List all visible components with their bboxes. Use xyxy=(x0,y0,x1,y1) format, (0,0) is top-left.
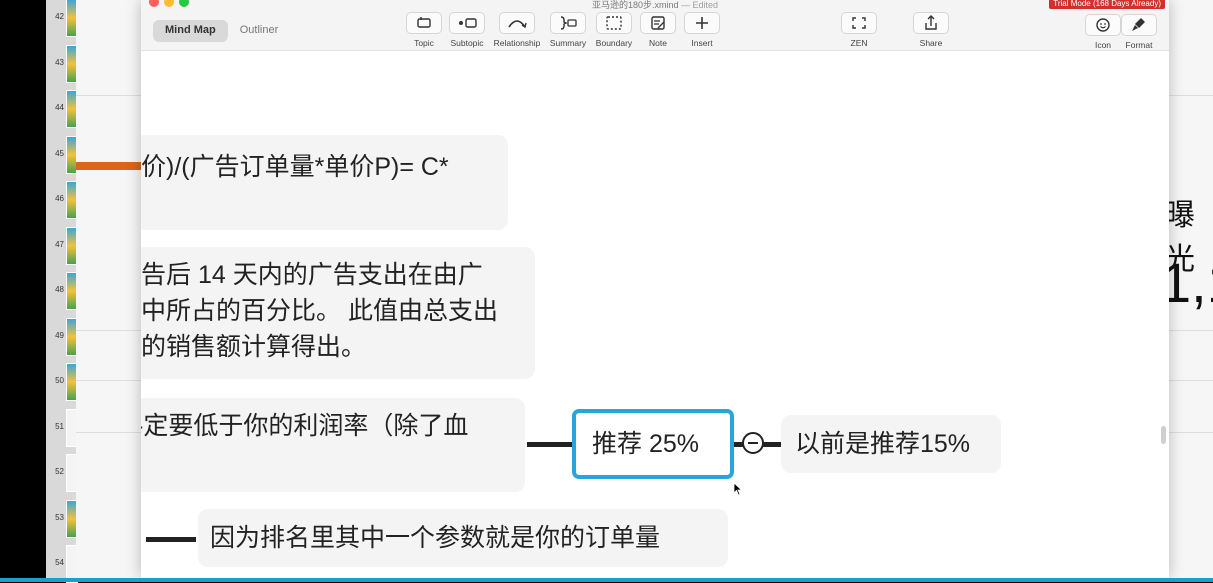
relationship-icon xyxy=(499,12,535,34)
slide-number: 50 xyxy=(55,376,64,385)
selected-topic[interactable]: 推荐 25% xyxy=(572,409,734,479)
trial-mode-badge[interactable]: Trial Mode (168 Days Already) xyxy=(1049,0,1165,9)
boundary-icon xyxy=(596,12,632,34)
plus-icon xyxy=(684,12,720,34)
note-icon xyxy=(640,12,676,34)
mindmap-topic[interactable]: 因为排名里其中一个参数就是你的订单量 xyxy=(198,509,728,567)
format-brush-icon xyxy=(1121,14,1157,36)
tab-mind-map[interactable]: Mind Map xyxy=(153,20,228,42)
slide-number: 42 xyxy=(55,12,64,21)
relationship-label: Relationship xyxy=(493,38,541,48)
topic-text: 价)/(广告订单量*单价P)= C* xyxy=(141,153,449,181)
mindmap-topic[interactable]: 价)/(广告订单量*单价P)= C* xyxy=(141,135,508,230)
xmind-window: 亚马逊的180步.xmind — Edited Trial Mode (168 … xyxy=(141,0,1169,578)
slide-number: 53 xyxy=(55,512,64,522)
format-panel-button[interactable]: Format xyxy=(1111,14,1167,50)
topic-text: 推荐 25% xyxy=(592,430,699,458)
minus-icon xyxy=(748,442,758,444)
view-mode-switch: Mind Map Outliner xyxy=(153,20,290,42)
share-label: Share xyxy=(919,38,943,48)
edited-status: — Edited xyxy=(681,0,719,10)
summary-icon xyxy=(550,12,586,34)
black-sidebar xyxy=(0,0,46,582)
slide-number: 48 xyxy=(55,285,64,294)
mind-map-canvas[interactable]: 价)/(广告订单量*单价P)= C* 告后 14 天内的广告支出在由广 中所占的… xyxy=(141,51,1169,578)
topic-icon xyxy=(406,12,442,34)
branch-connector xyxy=(527,442,577,447)
slide-number: 46 xyxy=(55,194,64,203)
slide-number: 43 xyxy=(55,57,64,67)
topic-text-line: 中所占的百分比。 此值由总支出 xyxy=(141,297,498,325)
slide-number: 51 xyxy=(55,421,64,431)
tab-outliner[interactable]: Outliner xyxy=(228,20,291,42)
zen-label: ZEN xyxy=(850,38,868,48)
slide-number: 49 xyxy=(55,330,64,340)
vertical-scrollbar[interactable] xyxy=(1161,426,1166,444)
relationship-button[interactable]: Relationship xyxy=(489,12,545,48)
background-accent-bar xyxy=(76,162,142,170)
subtopic-button[interactable]: Subtopic xyxy=(439,12,495,48)
branch-connector xyxy=(146,537,196,542)
mindmap-topic[interactable]: 告后 14 天内的广告支出在由广 中所占的百分比。 此值由总支出 的销售额计算得… xyxy=(141,247,535,379)
topic-text: -定要低于你的利润率（除了血 xyxy=(141,412,469,440)
slide-number: 54 xyxy=(55,558,64,567)
slide-number: 45 xyxy=(55,148,64,158)
topic-text-line: 告后 14 天内的广告支出在由广 xyxy=(141,261,483,289)
mindmap-subtopic[interactable]: 以前是推荐15% xyxy=(781,415,1001,473)
mindmap-topic[interactable]: -定要低于你的利润率（除了血 xyxy=(141,398,525,492)
slide-number: 52 xyxy=(55,467,64,476)
subtopic-icon xyxy=(449,12,485,34)
collapse-branch-button[interactable] xyxy=(742,432,764,454)
insert-button[interactable]: Insert xyxy=(674,12,730,48)
share-icon xyxy=(913,12,949,34)
topic-text: 以前是推荐15% xyxy=(795,430,971,458)
slide-number: 44 xyxy=(55,103,64,112)
zen-button[interactable]: ZEN xyxy=(831,12,887,48)
insert-label: Insert xyxy=(691,38,713,48)
format-label: Format xyxy=(1125,40,1153,50)
subtopic-label: Subtopic xyxy=(450,38,484,48)
file-name: 亚马逊的180步.xmind xyxy=(591,0,679,10)
mouse-cursor-icon xyxy=(733,482,743,496)
window-title: 亚马逊的180步.xmind — Edited xyxy=(141,0,1169,11)
share-button[interactable]: Share xyxy=(903,12,959,48)
zen-icon xyxy=(841,12,877,34)
topic-text: 因为排名里其中一个参数就是你的订单量 xyxy=(210,524,661,552)
topic-text-line: 的销售额计算得出。 xyxy=(141,333,367,361)
slide-number: 47 xyxy=(55,239,64,249)
bottom-accent-bar xyxy=(0,578,1213,582)
title-bar: 亚马逊的180步.xmind — Edited Trial Mode (168 … xyxy=(141,0,1169,51)
